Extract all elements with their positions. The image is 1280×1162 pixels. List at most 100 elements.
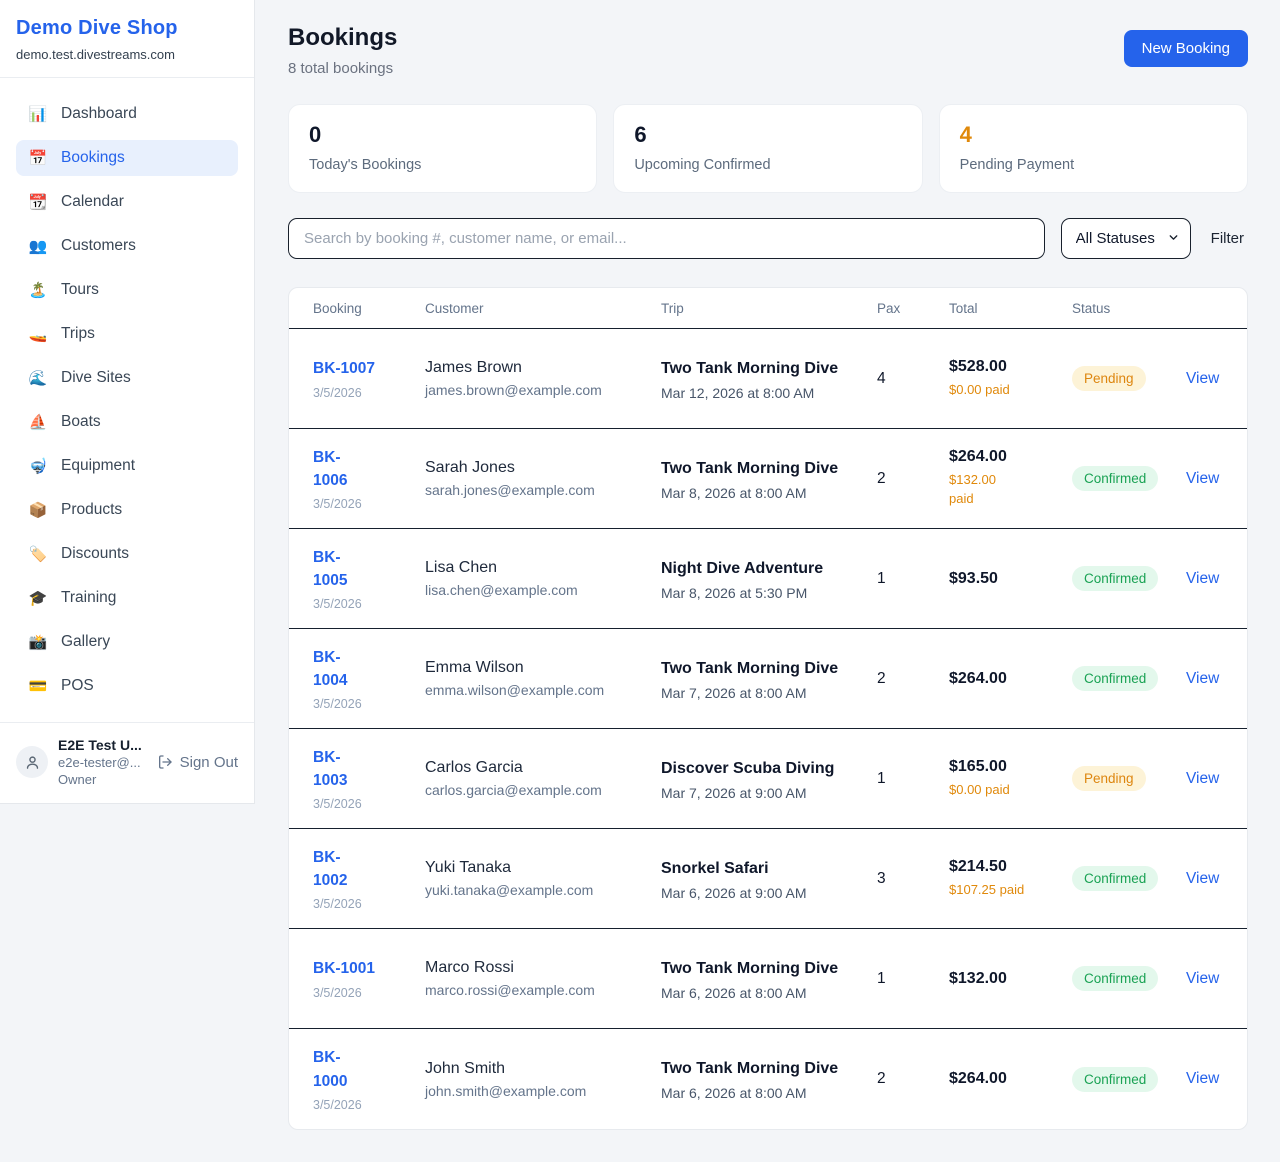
- trip-cell: Two Tank Morning Dive Mar 6, 2026 at 8:0…: [661, 957, 877, 1001]
- customer-name: Carlos Garcia: [425, 759, 661, 777]
- stat-card-upcoming-confirmed: 6 Upcoming Confirmed: [613, 104, 922, 193]
- package-icon: 📦: [28, 501, 48, 519]
- sidebar-footer: E2E Test U... e2e-tester@... Owner Sign …: [0, 722, 254, 803]
- customer-cell: Yuki Tanaka yuki.tanaka@example.com: [425, 859, 661, 898]
- view-cell: View: [1186, 470, 1223, 488]
- sidebar-item-calendar[interactable]: 📆 Calendar: [16, 184, 238, 220]
- sidebar-item-tours[interactable]: 🏝️Tours: [16, 272, 238, 308]
- trip-datetime: Mar 7, 2026 at 8:00 AM: [661, 685, 877, 701]
- customer-name: Marco Rossi: [425, 959, 661, 977]
- sidebar-item-bookings[interactable]: 📅Bookings: [16, 140, 238, 176]
- new-booking-button[interactable]: New Booking: [1124, 30, 1248, 67]
- sidebar-item-pos[interactable]: 💳POS: [16, 668, 238, 704]
- pax-value: 2: [877, 470, 886, 487]
- view-link[interactable]: View: [1186, 570, 1219, 587]
- booking-id-link[interactable]: BK-1006: [313, 446, 371, 493]
- booking-id-link[interactable]: BK-1005: [313, 546, 371, 593]
- view-link[interactable]: View: [1186, 1070, 1219, 1087]
- status-badge: Confirmed: [1072, 566, 1158, 591]
- tear-off-calendar-icon: 📆: [28, 193, 48, 211]
- customer-cell: Marco Rossi marco.rossi@example.com: [425, 959, 661, 998]
- status-cell: Confirmed: [1072, 666, 1186, 691]
- tag-icon: 🏷️: [28, 545, 48, 563]
- trip-cell: Two Tank Morning Dive Mar 8, 2026 at 8:0…: [661, 457, 877, 501]
- view-link[interactable]: View: [1186, 670, 1219, 687]
- view-link[interactable]: View: [1186, 870, 1219, 887]
- pax-cell: 2: [877, 670, 949, 688]
- filter-row: All Statuses Filter: [288, 218, 1248, 259]
- booking-id-link[interactable]: BK-1007: [313, 357, 375, 380]
- search-input[interactable]: [288, 218, 1045, 259]
- column-header-trip: Trip: [661, 301, 877, 316]
- customer-email: lisa.chen@example.com: [425, 582, 661, 598]
- booking-date: 3/5/2026: [313, 1098, 425, 1112]
- customer-email: marco.rossi@example.com: [425, 982, 661, 998]
- sidebar-item-dive-sites[interactable]: 🌊Dive Sites: [16, 360, 238, 396]
- total-cell: $264.00: [949, 1070, 1072, 1088]
- sign-out-label: Sign Out: [180, 754, 238, 771]
- booking-date: 3/5/2026: [313, 386, 425, 400]
- total-cell: $214.50 $107.25 paid: [949, 858, 1072, 900]
- view-link[interactable]: View: [1186, 470, 1219, 487]
- booking-id-link[interactable]: BK-1000: [313, 1046, 371, 1093]
- page-header: Bookings 8 total bookings New Booking: [288, 24, 1248, 77]
- booking-cell: BK-1002 3/5/2026: [313, 846, 425, 912]
- trip-cell: Discover Scuba Diving Mar 7, 2026 at 9:0…: [661, 757, 877, 801]
- page-title: Bookings: [288, 24, 397, 52]
- booking-date: 3/5/2026: [313, 697, 425, 711]
- table-row: BK-1007 3/5/2026 James Brown james.brown…: [289, 329, 1247, 429]
- sidebar-item-label: Trips: [61, 325, 95, 343]
- sign-out-button[interactable]: Sign Out: [157, 754, 238, 771]
- total-amount: $528.00: [949, 358, 1072, 376]
- sidebar-item-label: Calendar: [61, 193, 124, 211]
- view-link[interactable]: View: [1186, 770, 1219, 787]
- status-badge: Confirmed: [1072, 1067, 1158, 1092]
- total-amount: $264.00: [949, 1070, 1072, 1088]
- sidebar-item-boats[interactable]: ⛵Boats: [16, 404, 238, 440]
- pax-value: 1: [877, 970, 886, 987]
- main-content: Bookings 8 total bookings New Booking 0 …: [255, 0, 1280, 1130]
- sidebar-item-training[interactable]: 🎓Training: [16, 580, 238, 616]
- pax-value: 1: [877, 570, 886, 587]
- trip-name: Discover Scuba Diving: [661, 757, 841, 781]
- booking-id-link[interactable]: BK-1003: [313, 746, 371, 793]
- status-badge: Pending: [1072, 366, 1146, 391]
- filter-button[interactable]: Filter: [1207, 230, 1248, 247]
- shop-title[interactable]: Demo Dive Shop: [16, 17, 238, 40]
- graduation-cap-icon: 🎓: [28, 589, 48, 607]
- customer-email: james.brown@example.com: [425, 382, 661, 398]
- status-select[interactable]: All Statuses: [1061, 218, 1191, 259]
- page-subtitle: 8 total bookings: [288, 60, 397, 77]
- paid-amount: $107.25 paid: [949, 881, 1024, 900]
- status-badge: Confirmed: [1072, 866, 1158, 891]
- sidebar-item-gallery[interactable]: 📸Gallery: [16, 624, 238, 660]
- pax-cell: 1: [877, 770, 949, 788]
- stat-card-todays-bookings: 0 Today's Bookings: [288, 104, 597, 193]
- trip-datetime: Mar 6, 2026 at 8:00 AM: [661, 1085, 877, 1101]
- sidebar-item-label: Discounts: [61, 545, 129, 563]
- sidebar-item-products[interactable]: 📦Products: [16, 492, 238, 528]
- booking-id-link[interactable]: BK-1002: [313, 846, 371, 893]
- sidebar-item-customers[interactable]: 👥Customers: [16, 228, 238, 264]
- bookings-table-body: BK-1007 3/5/2026 James Brown james.brown…: [289, 329, 1247, 1129]
- pax-cell: 2: [877, 1070, 949, 1088]
- calendar-date-icon: 📅: [28, 149, 48, 167]
- sidebar-item-discounts[interactable]: 🏷️ Discounts: [16, 536, 238, 572]
- stat-value: 0: [309, 122, 576, 148]
- page-header-text: Bookings 8 total bookings: [288, 24, 397, 77]
- stats-row: 0 Today's Bookings 6 Upcoming Confirmed …: [288, 104, 1248, 193]
- pax-cell: 1: [877, 970, 949, 988]
- view-link[interactable]: View: [1186, 970, 1219, 987]
- total-amount: $93.50: [949, 570, 1072, 588]
- booking-cell: BK-1004 3/5/2026: [313, 646, 425, 712]
- trip-datetime: Mar 8, 2026 at 5:30 PM: [661, 585, 877, 601]
- sidebar-item-label: Tours: [61, 281, 99, 299]
- sidebar-item-dashboard[interactable]: 📊Dashboard: [16, 96, 238, 132]
- sidebar-item-trips[interactable]: 🚤Trips: [16, 316, 238, 352]
- view-link[interactable]: View: [1186, 370, 1219, 387]
- booking-id-link[interactable]: BK-1004: [313, 646, 371, 693]
- sidebar-item-equipment[interactable]: 🤿Equipment: [16, 448, 238, 484]
- customer-cell: Lisa Chen lisa.chen@example.com: [425, 559, 661, 598]
- booking-id-link[interactable]: BK-1001: [313, 957, 375, 980]
- trip-name: Two Tank Morning Dive: [661, 457, 841, 481]
